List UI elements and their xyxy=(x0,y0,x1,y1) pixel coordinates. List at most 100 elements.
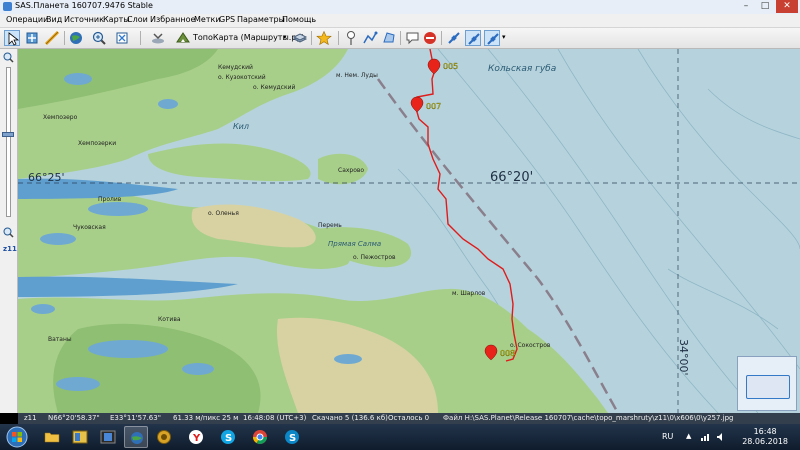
taskbar-media-player[interactable] xyxy=(96,426,120,448)
taskbar-app-gold[interactable] xyxy=(152,426,176,448)
sas-planeta-app-icon xyxy=(3,2,12,11)
place-name: Перемь xyxy=(318,222,342,229)
add-path-button[interactable] xyxy=(362,30,378,46)
title-bar: SAS.Планета 160707.9476 Stable – □ ✕ xyxy=(0,0,800,15)
menu-maps[interactable]: Карты xyxy=(103,15,130,24)
taskbar-skype-2[interactable]: S xyxy=(280,426,304,448)
path-icon xyxy=(363,31,378,44)
zoom-out-icon[interactable] xyxy=(3,227,14,238)
menu-gps[interactable]: GPS xyxy=(219,15,235,24)
status-distance: 25 м xyxy=(222,414,239,422)
volume-icon[interactable] xyxy=(716,432,726,442)
menu-settings[interactable]: Параметры xyxy=(237,15,285,24)
place-name: м. Шарлов xyxy=(452,290,486,297)
menu-view[interactable]: Вид xyxy=(46,15,62,24)
zoom-panel: z11 xyxy=(0,49,18,413)
chevron-down-icon[interactable]: ▾ xyxy=(502,33,506,41)
main-toolbar: ТопоКарта (Маршруты.ру) ▾ ▾ xyxy=(0,28,800,49)
taskbar-chrome[interactable] xyxy=(248,426,272,448)
favorites-button[interactable] xyxy=(316,30,332,46)
move-tool-button[interactable] xyxy=(24,30,40,46)
speech-bubble-icon xyxy=(406,32,419,45)
toolbar-separator xyxy=(64,31,65,45)
minimap-viewport-frame[interactable] xyxy=(746,375,790,399)
menu-source[interactable]: Источник xyxy=(64,15,104,24)
marker-label: 008 xyxy=(500,349,515,358)
windows-logo-icon xyxy=(6,426,28,448)
place-name: Кемудский xyxy=(218,64,253,71)
zoom-slider-thumb[interactable] xyxy=(2,132,14,138)
place-name: Кил xyxy=(233,122,249,131)
status-zoom: z11 xyxy=(24,414,37,422)
topo-map-icon xyxy=(176,32,190,43)
window-title: SAS.Планета 160707.9476 Stable xyxy=(15,1,153,10)
toolbar-separator xyxy=(441,31,442,45)
menu-layers[interactable]: Слои xyxy=(127,15,148,24)
zoom-in-icon[interactable] xyxy=(3,52,14,63)
place-name: о. Кузокотский xyxy=(218,74,266,81)
minimize-button[interactable]: – xyxy=(737,0,755,13)
start-button[interactable] xyxy=(2,425,32,449)
taskbar-file-manager[interactable] xyxy=(68,426,92,448)
stop-button[interactable] xyxy=(422,30,438,46)
status-time: 16:48:08 (UTC+3) xyxy=(243,414,307,422)
tray-expand-icon[interactable]: ▲ xyxy=(686,432,691,440)
status-bar: z11 N66°20'58.37" E33°11'57.63" 61.33 м/… xyxy=(18,413,800,424)
planet-icon xyxy=(131,432,143,444)
status-latitude: N66°20'58.37" xyxy=(48,414,100,422)
taskbar-skype[interactable]: S xyxy=(216,426,240,448)
satellite-layer-button[interactable] xyxy=(150,30,166,46)
clock-time: 16:48 xyxy=(753,427,777,436)
map-source-icon-button[interactable] xyxy=(175,30,191,46)
chevron-down-icon[interactable]: ▾ xyxy=(283,33,287,41)
overview-minimap[interactable] xyxy=(737,356,797,411)
fullscreen-button[interactable] xyxy=(114,30,130,46)
select-tool-button[interactable] xyxy=(4,30,20,46)
add-placemark-button[interactable] xyxy=(343,30,359,46)
layers-button[interactable] xyxy=(292,30,308,46)
taskbar-yandex-browser[interactable]: Y xyxy=(184,426,208,448)
map-source-label[interactable]: ТопоКарта (Маршруты.ру) xyxy=(193,33,304,42)
menu-favorites[interactable]: Избранное xyxy=(150,15,195,24)
gps-center-button[interactable] xyxy=(484,30,500,46)
close-button[interactable]: ✕ xyxy=(776,0,798,13)
zoom-slider-track[interactable] xyxy=(6,67,11,217)
star-icon xyxy=(316,30,332,46)
taskbar-sas-planeta[interactable] xyxy=(124,426,148,448)
total-commander-icon xyxy=(72,430,88,444)
gps-satellite-icon xyxy=(448,32,460,44)
system-clock[interactable]: 16:48 28.06.2018 xyxy=(742,427,788,447)
cursor-icon xyxy=(8,32,20,46)
status-file-path: Файл H:\SAS.Planet\Release 160707\cache\… xyxy=(443,414,734,422)
menu-operations[interactable]: Операции xyxy=(6,15,48,24)
toolbar-separator xyxy=(140,31,141,45)
gps-connect-button[interactable] xyxy=(446,30,462,46)
marks-manager-button[interactable] xyxy=(405,30,421,46)
latitude-label: 66°20' xyxy=(490,170,533,185)
place-name: о. Оленья xyxy=(208,210,239,217)
globe-icon xyxy=(70,32,82,44)
map-viewport[interactable]: 005 007 008 66°25' 66°20' 34°00' Кемудск… xyxy=(18,49,800,413)
taskbar-explorer[interactable] xyxy=(40,426,64,448)
skype-icon: S xyxy=(221,430,235,444)
place-name: Хемпозерки xyxy=(78,140,116,147)
satellite-icon xyxy=(152,33,164,44)
globe-menu-button[interactable] xyxy=(68,30,84,46)
status-downloaded: Скачано 5 (136.6 кб) xyxy=(312,414,388,422)
place-name: о. Сокостров xyxy=(510,342,551,349)
svg-text:Y: Y xyxy=(192,433,201,444)
add-polygon-button[interactable] xyxy=(381,30,397,46)
expand-icon xyxy=(116,32,128,44)
network-icon[interactable] xyxy=(700,432,710,442)
ruler-tool-button[interactable] xyxy=(44,30,60,46)
gps-center-icon xyxy=(487,33,499,45)
gps-track-button[interactable] xyxy=(465,30,481,46)
marker-label: 007 xyxy=(426,102,441,111)
maximize-button[interactable]: □ xyxy=(756,0,774,13)
zoom-in-button[interactable] xyxy=(91,30,107,46)
film-icon xyxy=(100,430,116,444)
place-name: Чуковская xyxy=(73,224,106,231)
menu-marks[interactable]: Метки xyxy=(194,15,221,24)
language-indicator[interactable]: RU xyxy=(662,432,673,441)
menu-help[interactable]: Помощь xyxy=(282,15,316,24)
